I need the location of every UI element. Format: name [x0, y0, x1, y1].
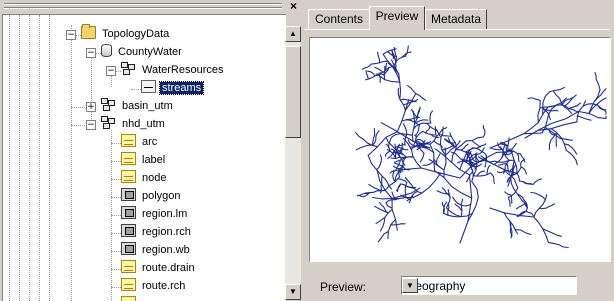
tree-item-label: streams	[158, 81, 205, 95]
tab-contents[interactable]: Contents	[308, 9, 370, 29]
preview-mode-label: Preview:	[320, 280, 367, 294]
tree-item-label: nhd_utm	[122, 118, 165, 130]
database-icon	[101, 44, 112, 57]
catalog-tree: − − − + − TopologyData CountyWater Water…	[2, 14, 286, 301]
collapse-toggle[interactable]: −	[66, 30, 76, 40]
pane-grip-bar[interactable]	[4, 3, 282, 11]
tree-item-label: region.lm	[142, 208, 188, 220]
dropdown-arrow-button[interactable]: ▼	[402, 278, 418, 293]
tree-item-label: arc	[142, 136, 158, 148]
region-icon	[121, 206, 136, 219]
tree-item-topologydata[interactable]: TopologyData	[81, 24, 171, 43]
tab-metadata[interactable]: Metadata	[425, 9, 487, 29]
scroll-thumb[interactable]	[285, 46, 301, 138]
tree-item-region-lm[interactable]: region.lm	[121, 206, 189, 223]
feature-dataset-icon	[121, 62, 136, 75]
tree-item-label: region.rch	[142, 226, 191, 238]
tree-item-label: route.drain	[142, 262, 195, 274]
tree-item-streams[interactable]: streams	[141, 80, 205, 97]
scroll-down-button[interactable]: ▼	[285, 284, 301, 300]
geography-preview-canvas[interactable]	[309, 37, 611, 262]
stream-network-map	[355, 45, 607, 249]
preview-mode-dropdown[interactable]: Geography ▼	[401, 276, 577, 295]
tree-item-label: node	[142, 172, 167, 184]
tree-item-nhd-utm[interactable]: nhd_utm	[101, 116, 167, 133]
catalog-tree-pane: × − − − + − TopologyData CountyWater Wat…	[0, 0, 303, 301]
region-icon	[121, 224, 136, 237]
collapse-toggle[interactable]: −	[86, 48, 96, 58]
tree-item-basin-utm[interactable]: basin_utm	[101, 98, 175, 115]
expand-toggle[interactable]: +	[86, 102, 96, 112]
folder-icon	[81, 24, 96, 39]
route-icon	[121, 296, 136, 301]
tree-item-region-wb[interactable]: region.wb	[121, 242, 192, 259]
tree-item-label: basin_utm	[122, 100, 173, 112]
route-icon	[121, 260, 136, 273]
collapse-toggle[interactable]: −	[86, 120, 96, 130]
arc-icon	[121, 134, 136, 147]
tree-item-label: polygon	[142, 190, 181, 202]
close-pane-button[interactable]: ×	[287, 0, 300, 13]
node-icon	[121, 170, 136, 183]
label-icon	[121, 152, 136, 165]
tree-item-route-drain[interactable]: route.drain	[121, 260, 197, 277]
collapse-toggle[interactable]: −	[106, 66, 116, 76]
tree-item-countywater[interactable]: CountyWater	[101, 44, 184, 61]
region-icon	[121, 242, 136, 255]
tree-vertical-scrollbar[interactable]: ▲ ▼	[285, 26, 301, 300]
polygon-icon	[121, 188, 136, 201]
tree-item-label: WaterResources	[142, 64, 224, 76]
tree-item-route-rch[interactable]: route.rch	[121, 278, 187, 295]
stream-lines	[355, 45, 607, 249]
tree-item-waterresources[interactable]: WaterResources	[121, 62, 226, 79]
tab-strip-divider	[304, 29, 610, 30]
tree-item-label: route.rch	[142, 280, 186, 292]
tree-item-arc[interactable]: arc	[121, 134, 159, 151]
tree-item-node[interactable]: node	[121, 170, 168, 187]
tree-item-label: label	[142, 154, 166, 166]
tree-item-label: TopologyData	[102, 28, 170, 40]
tree-item-label: CountyWater	[118, 46, 182, 58]
tree-item-label[interactable]: label	[121, 152, 167, 169]
tab-preview[interactable]: Preview	[369, 6, 425, 30]
route-icon	[121, 278, 136, 291]
scroll-up-button[interactable]: ▲	[285, 26, 301, 42]
coverage-icon	[101, 98, 116, 111]
coverage-icon	[101, 116, 116, 129]
tree-item-region-rch[interactable]: region.rch	[121, 224, 193, 241]
tree-item-label: region.wb	[142, 244, 190, 256]
tree-item-polygon[interactable]: polygon	[121, 188, 183, 205]
line-feature-class-icon	[141, 80, 156, 93]
preview-pane: Contents Preview Metadata Preview: Geogr…	[304, 0, 614, 300]
tree-item-partial[interactable]	[121, 296, 140, 301]
